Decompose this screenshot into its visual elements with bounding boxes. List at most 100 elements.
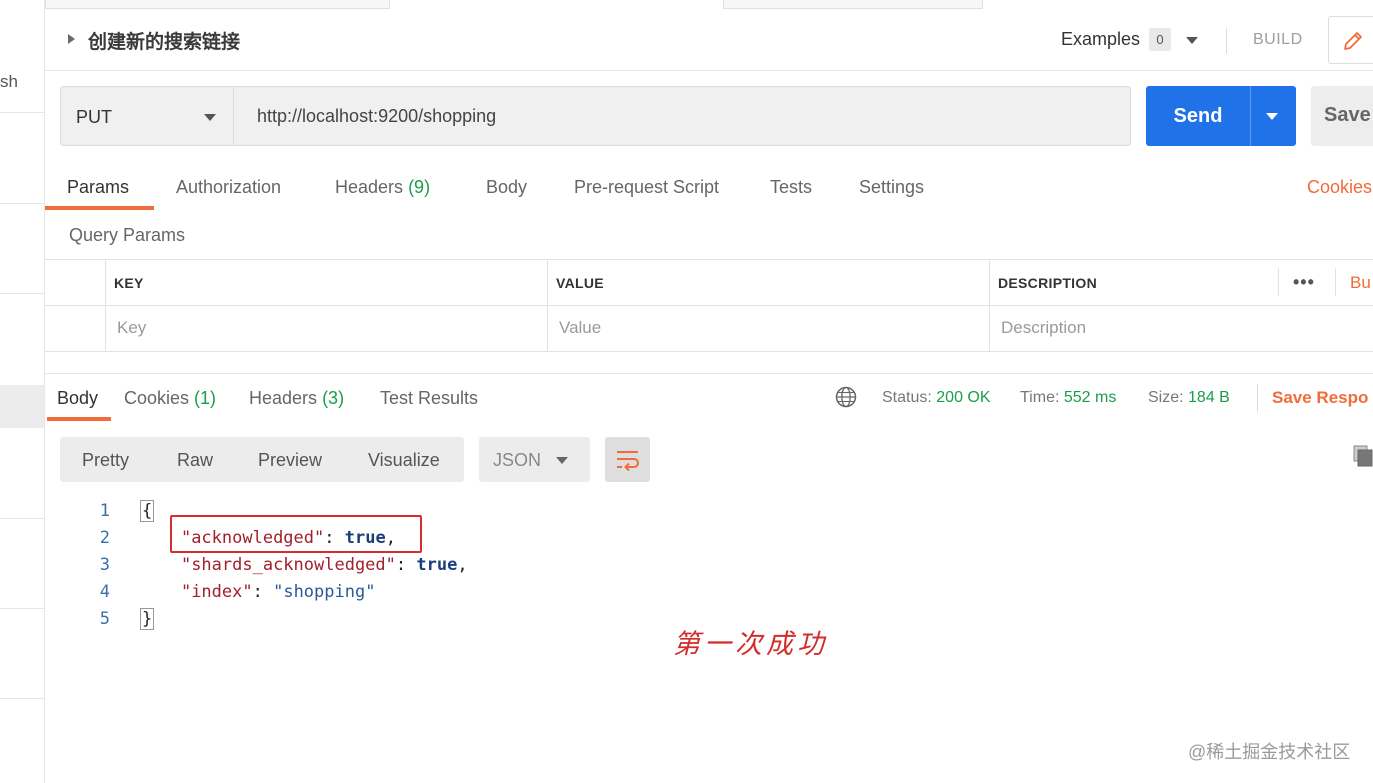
sidebar-divider xyxy=(0,608,44,609)
annotation-highlight-box xyxy=(170,515,422,553)
time-value: 552 ms xyxy=(1063,389,1117,406)
sidebar-partial-label: sh xyxy=(0,72,18,91)
request-tabs: Params Authorization Headers (9) Body Pr… xyxy=(45,166,1373,211)
chevron-down-icon xyxy=(204,114,216,121)
tab-body[interactable]: Body xyxy=(486,177,527,198)
line-number: 2 xyxy=(99,528,110,548)
tab-test-results[interactable]: Test Results xyxy=(380,388,478,409)
sidebar-divider xyxy=(0,698,44,699)
json-key: "index" xyxy=(180,582,253,602)
column-divider xyxy=(547,260,548,352)
code-line: } xyxy=(140,608,155,630)
tab-item[interactable] xyxy=(723,0,983,9)
close-brace: } xyxy=(140,608,155,630)
view-visualize-button[interactable]: Visualize xyxy=(368,450,440,471)
cookies-link[interactable]: Cookies xyxy=(1307,177,1372,198)
status-readout: Status: 200 OK xyxy=(882,389,991,407)
query-params-label: Query Params xyxy=(69,225,186,245)
request-title[interactable]: 创建新的搜索链接 xyxy=(88,27,240,54)
tab-strip xyxy=(45,0,1373,9)
tab-headers-count: (3) xyxy=(322,388,345,408)
sidebar-divider xyxy=(0,112,44,113)
more-options-icon[interactable]: ••• xyxy=(1293,272,1315,293)
view-pretty-button[interactable]: Pretty xyxy=(82,450,129,471)
line-number: 4 xyxy=(99,582,110,602)
bulk-edit-link[interactable]: Bu xyxy=(1350,273,1371,293)
tab-cookies-count: (1) xyxy=(194,388,217,408)
divider xyxy=(1257,384,1258,412)
save-response-button[interactable]: Save Respo xyxy=(1272,388,1368,408)
method-select[interactable]: PUT xyxy=(60,86,234,146)
save-button[interactable]: Save xyxy=(1311,86,1373,146)
code-line: "shards_acknowledged": true, xyxy=(180,555,468,575)
divider xyxy=(1335,268,1336,296)
tab-tests[interactable]: Tests xyxy=(770,177,812,198)
status-value: 200 OK xyxy=(936,389,991,406)
url-text: http://localhost:9200/shopping xyxy=(257,106,497,126)
divider xyxy=(1278,268,1279,296)
chevron-down-icon[interactable] xyxy=(1266,113,1278,120)
row-divider xyxy=(45,305,1373,306)
divider xyxy=(1226,28,1227,54)
build-button[interactable]: BUILD xyxy=(1253,31,1303,49)
query-params-table: KEY VALUE DESCRIPTION ••• Bu Key Value D… xyxy=(45,259,1373,352)
value-input[interactable]: Value xyxy=(559,318,601,338)
line-number: 1 xyxy=(99,501,110,521)
tab-prerequest-script[interactable]: Pre-request Script xyxy=(574,177,719,198)
tab-authorization[interactable]: Authorization xyxy=(176,177,281,198)
sidebar-divider xyxy=(0,293,44,294)
chevron-down-icon[interactable] xyxy=(1186,37,1198,44)
description-input[interactable]: Description xyxy=(1001,318,1086,338)
caret-right-icon[interactable] xyxy=(68,34,75,44)
json-value: true xyxy=(416,555,458,575)
edit-button[interactable] xyxy=(1328,16,1373,64)
json-value: "shopping" xyxy=(273,582,376,602)
watermark: @稀土掘金技术社区 xyxy=(1188,742,1351,762)
code-line: "index": "shopping" xyxy=(180,582,376,602)
send-label: Send xyxy=(1173,105,1223,127)
chevron-down-icon xyxy=(556,457,568,464)
tab-headers-label: Headers xyxy=(249,388,318,408)
code-line: { xyxy=(140,500,155,522)
tab-response-body[interactable]: Body xyxy=(57,388,98,409)
time-readout: Time: 552 ms xyxy=(1020,389,1116,407)
copy-icon[interactable] xyxy=(1353,445,1373,467)
tab-params[interactable]: Params xyxy=(67,177,129,198)
sidebar: sh xyxy=(0,0,45,783)
response-tabs: Body Cookies (1) Headers (3) Test Result… xyxy=(45,374,1373,422)
status-label: Status: xyxy=(882,389,932,406)
request-title-bar: 创建新的搜索链接 Examples 0 BUILD xyxy=(45,10,1373,71)
column-divider xyxy=(105,260,106,352)
view-preview-button[interactable]: Preview xyxy=(258,450,322,471)
line-number: 3 xyxy=(99,555,110,575)
active-tab-indicator xyxy=(45,206,154,210)
time-label: Time: xyxy=(1020,389,1060,406)
wrap-lines-icon xyxy=(617,451,639,471)
tab-headers-count: (9) xyxy=(408,177,431,197)
size-readout: Size: 184 B xyxy=(1148,389,1230,407)
size-value: 184 B xyxy=(1188,389,1230,406)
tab-settings[interactable]: Settings xyxy=(859,177,924,198)
column-header-value: VALUE xyxy=(556,275,604,291)
json-key: "shards_acknowledged" xyxy=(180,555,396,575)
tab-item[interactable] xyxy=(45,0,390,9)
globe-icon[interactable] xyxy=(835,386,857,408)
wrap-lines-button[interactable] xyxy=(605,437,650,482)
send-button[interactable]: Send xyxy=(1146,86,1296,146)
view-raw-button[interactable]: Raw xyxy=(177,450,213,471)
url-input[interactable]: http://localhost:9200/shopping xyxy=(234,86,1131,146)
size-label: Size: xyxy=(1148,389,1184,406)
key-input[interactable]: Key xyxy=(117,318,146,338)
tab-headers[interactable]: Headers (9) xyxy=(335,177,430,198)
pencil-icon xyxy=(1344,32,1362,50)
annotation-text: 第一次成功 xyxy=(673,629,828,660)
column-header-description: DESCRIPTION xyxy=(998,275,1097,291)
tab-response-cookies[interactable]: Cookies (1) xyxy=(124,388,216,409)
sidebar-item-active[interactable] xyxy=(0,385,44,428)
format-select[interactable]: JSON xyxy=(479,437,590,482)
active-tab-indicator xyxy=(47,417,111,421)
pane-divider[interactable] xyxy=(45,352,1373,374)
divider xyxy=(1250,86,1251,146)
examples-label[interactable]: Examples xyxy=(1061,29,1140,50)
tab-response-headers[interactable]: Headers (3) xyxy=(249,388,344,409)
